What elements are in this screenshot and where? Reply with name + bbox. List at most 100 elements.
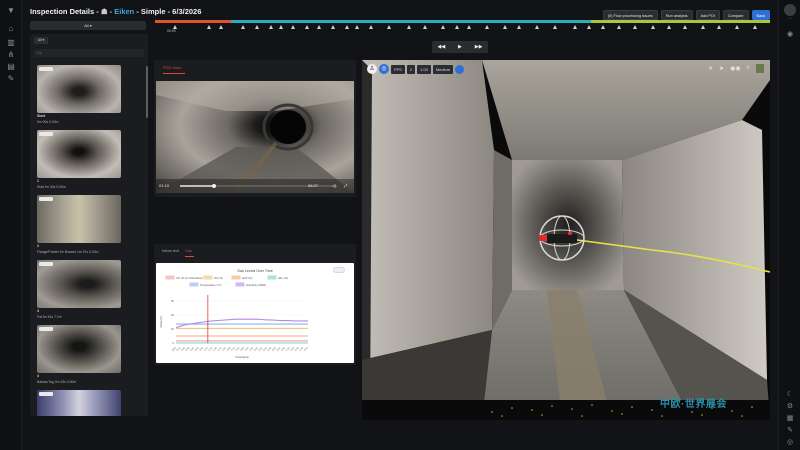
search-icon[interactable]: ⌕ — [747, 65, 750, 72]
timeline-poi-marker[interactable] — [485, 25, 489, 29]
timeline-poi-marker[interactable] — [517, 25, 521, 29]
timeline-poi-marker[interactable] — [407, 25, 411, 29]
timeline-poi-marker[interactable] — [369, 25, 373, 29]
info-icon[interactable]: ◎ — [784, 438, 796, 448]
scale-input[interactable]: 1.00 — [417, 64, 431, 74]
timeline-poi-marker[interactable] — [651, 25, 655, 29]
thumbnail-image[interactable] — [37, 260, 121, 308]
x-tick-label: 4:50 — [303, 346, 309, 352]
active-tab-underline — [163, 73, 185, 74]
avatar-label: ⋯ — [788, 17, 792, 21]
timeline-poi-marker[interactable] — [219, 25, 223, 29]
document-icon[interactable]: ▤ — [5, 62, 17, 72]
search-input[interactable]: Go — [34, 49, 144, 57]
tab-inflow-test[interactable]: Inflow test — [162, 249, 179, 253]
timeline-poi-marker[interactable] — [601, 25, 605, 29]
video-progress-bar[interactable] — [180, 185, 215, 187]
vr-icon[interactable]: ◉◉ — [730, 65, 740, 72]
timeline-poi-marker[interactable] — [255, 25, 259, 29]
thumbnail-badge — [39, 197, 53, 201]
network-icon[interactable]: ⋔ — [5, 50, 17, 60]
timeline-poi-marker[interactable] — [207, 25, 211, 29]
fast-forward-icon[interactable]: ▶▶ — [472, 44, 486, 50]
timeline-segment-3 — [591, 20, 770, 23]
thumbnail-image[interactable] — [37, 195, 121, 243]
timeline-poi-marker[interactable] — [355, 25, 359, 29]
logo-icon[interactable]: ▼ — [5, 6, 17, 16]
timeline-poi-marker[interactable] — [735, 25, 739, 29]
compare-button[interactable]: Compare — [722, 10, 749, 20]
video-scrubber-handle[interactable] — [212, 183, 217, 188]
timeline-poi-marker[interactable] — [291, 25, 295, 29]
timeline-poi-marker[interactable] — [241, 25, 245, 29]
wrench-icon[interactable]: ✎ — [5, 74, 17, 84]
thumbnail-image[interactable] — [37, 65, 121, 113]
fps-label: FPS — [391, 64, 405, 74]
moon-icon[interactable]: ☾ — [784, 390, 796, 400]
target-icon[interactable]: ◎ — [379, 64, 389, 74]
timeline-poi-marker[interactable] — [587, 25, 591, 29]
timeline-poi-marker[interactable] — [667, 25, 671, 29]
timeline-poi-marker[interactable] — [423, 25, 427, 29]
tab-gas[interactable]: Gas — [185, 249, 192, 253]
chart-toggle[interactable] — [333, 267, 345, 273]
timeline-poi-marker[interactable] — [305, 25, 309, 29]
tab-pod-video[interactable]: POD video — [163, 66, 181, 70]
point-cloud-viewer[interactable]: ♙ ◎ FPS 2 1.00 Medium ✕ ➤ ◉◉ ⌕ — [362, 60, 770, 420]
timeline-poi-marker[interactable] — [345, 25, 349, 29]
timeline-poi-marker[interactable] — [317, 25, 321, 29]
volume-icon[interactable]: ◁) — [332, 183, 336, 188]
timeline-poi-marker[interactable] — [633, 25, 637, 29]
timeline-poi-marker[interactable] — [617, 25, 621, 29]
home-icon[interactable]: ⌂ — [5, 24, 17, 34]
timeline-poi-marker[interactable] — [331, 25, 335, 29]
timeline-poi-marker[interactable] — [535, 25, 539, 29]
timeline-poi-marker[interactable] — [683, 25, 687, 29]
timeline-poi-marker[interactable] — [467, 25, 471, 29]
back-button[interactable]: Back — [751, 10, 770, 20]
person-view-icon[interactable]: ♙ — [367, 64, 377, 74]
add-poi-button[interactable]: Add POI — [695, 10, 720, 20]
timeline-poi-marker[interactable] — [441, 25, 445, 29]
chart-icon[interactable]: ▥ — [5, 38, 17, 48]
settings-icon[interactable]: ⚙ — [784, 402, 796, 412]
timeline-poi-marker[interactable] — [387, 25, 391, 29]
timeline-poi-marker[interactable] — [573, 25, 577, 29]
navigate-icon[interactable]: ➤ — [719, 65, 724, 72]
flow-processing-button[interactable]: (0) Flow processing issues — [602, 10, 658, 20]
timeline-poi-marker[interactable] — [701, 25, 705, 29]
map-thumbnail-icon[interactable] — [756, 64, 764, 73]
page-title: Inspection Details - ☗ - Eiken - Simple … — [30, 7, 201, 16]
timeline-poi-marker[interactable] — [279, 25, 283, 29]
video-player[interactable]: 01:10 06:27 ◁) ⤢ — [156, 81, 354, 193]
settings-dial-icon[interactable] — [455, 64, 465, 74]
x-axis-label: Timestamp — [235, 355, 249, 359]
video-duration: 06:27 — [308, 183, 319, 188]
title-link[interactable]: Eiken — [114, 7, 134, 16]
timeline-poi-marker[interactable] — [717, 25, 721, 29]
fullscreen-icon[interactable]: ⤢ — [344, 183, 347, 188]
inspection-timeline[interactable]: 00:00 — [155, 20, 770, 38]
timeline-poi-marker[interactable] — [269, 25, 273, 29]
timeline-poi-marker[interactable] — [503, 25, 507, 29]
globe-icon[interactable]: ◉ — [784, 30, 796, 40]
thumbnail-image[interactable] — [37, 130, 121, 178]
type-filter[interactable]: All ▾ — [34, 37, 48, 44]
timeline-poi-marker[interactable] — [753, 25, 757, 29]
fps-select[interactable]: 2 — [406, 64, 416, 74]
edit-icon[interactable]: ✎ — [784, 426, 796, 436]
all-dropdown[interactable]: All ▾ — [30, 21, 146, 30]
avatar[interactable] — [784, 4, 796, 16]
play-icon[interactable]: ▶ — [453, 44, 467, 50]
timeline-poi-marker[interactable] — [455, 25, 459, 29]
run-analysis-button[interactable]: Run analysis — [660, 10, 693, 20]
thumbnail-image[interactable] — [37, 325, 121, 373]
collapse-icon[interactable]: ✕ — [708, 65, 713, 72]
quality-select[interactable]: Medium — [432, 64, 454, 74]
timeline-poi-marker[interactable] — [553, 25, 557, 29]
rewind-icon[interactable]: ◀◀ — [434, 44, 448, 50]
grid-icon[interactable]: ▦ — [784, 414, 796, 424]
thumbnail-scrollbar[interactable] — [146, 66, 148, 118]
thumbnail-image[interactable] — [37, 390, 121, 416]
y-tick-label: 0 — [172, 341, 174, 345]
